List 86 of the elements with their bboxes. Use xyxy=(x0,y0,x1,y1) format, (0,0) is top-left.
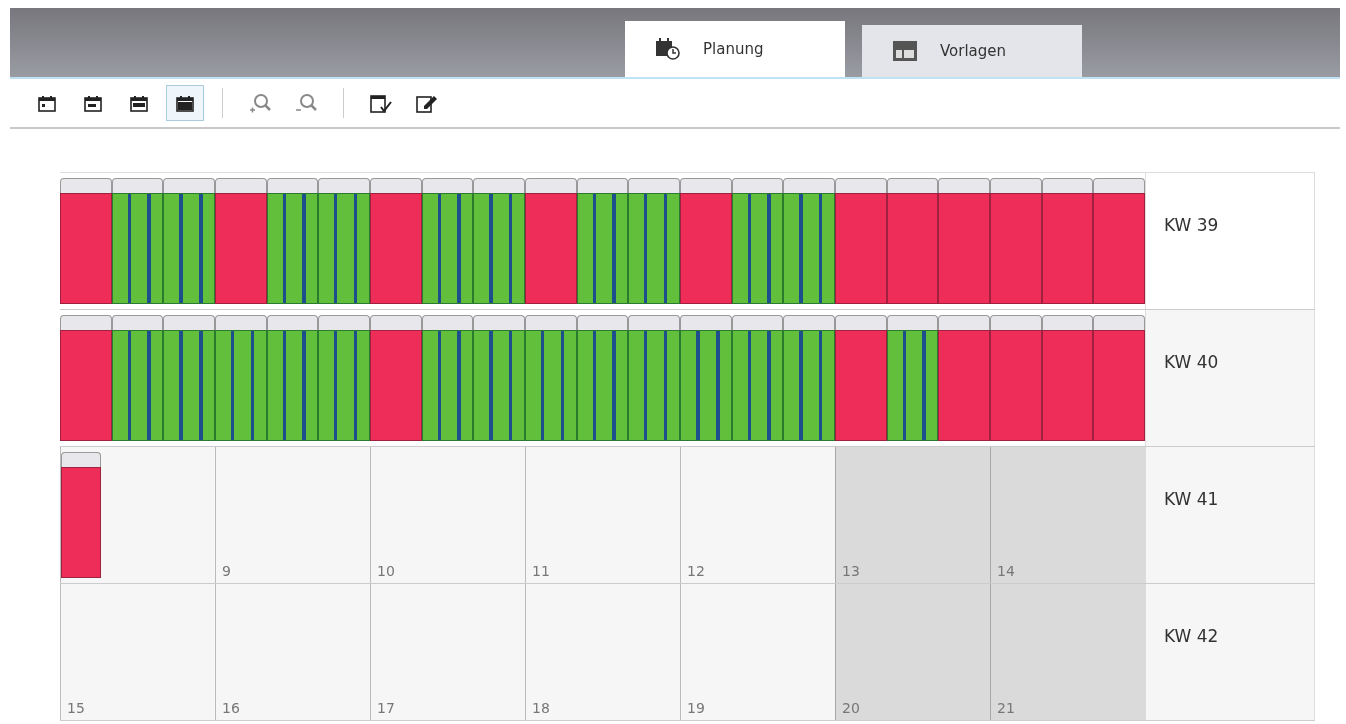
calendar-icon xyxy=(175,94,195,112)
event-block[interactable] xyxy=(1041,315,1094,441)
week-label: KW 42 xyxy=(1164,626,1219,646)
event-block[interactable] xyxy=(60,315,112,441)
zoom-in-icon xyxy=(248,92,272,114)
event-block[interactable] xyxy=(628,315,681,441)
calendar-view-button[interactable] xyxy=(166,85,204,121)
calendar-check-icon xyxy=(369,92,393,114)
event-block[interactable] xyxy=(938,315,991,441)
week-label: KW 40 xyxy=(1164,352,1219,372)
event-block[interactable] xyxy=(1093,315,1146,441)
event-block[interactable] xyxy=(318,315,371,441)
calendar-clock-icon xyxy=(655,37,681,61)
event-block[interactable] xyxy=(783,315,836,441)
day-cell[interactable]: 14 xyxy=(990,447,1145,583)
day-number: 16 xyxy=(221,700,241,718)
event-block[interactable] xyxy=(525,178,577,304)
week-label: KW 39 xyxy=(1164,215,1219,235)
event-block[interactable] xyxy=(990,315,1042,441)
event-block[interactable] xyxy=(421,315,474,441)
event-block[interactable] xyxy=(370,178,422,304)
event-block[interactable] xyxy=(938,178,991,304)
day-cell[interactable]: 10 xyxy=(370,447,525,583)
event-block[interactable] xyxy=(318,178,371,304)
day-number: 19 xyxy=(686,700,706,718)
day-cell[interactable]: 18 xyxy=(525,584,680,720)
event-block[interactable] xyxy=(680,315,732,441)
day-cell[interactable]: 19 xyxy=(680,584,835,720)
day-cell[interactable]: 21 xyxy=(990,584,1145,720)
event-block[interactable] xyxy=(835,315,887,441)
event-block[interactable] xyxy=(111,178,164,304)
day-number: 12 xyxy=(686,563,706,581)
event-block[interactable] xyxy=(61,452,101,578)
event-block[interactable] xyxy=(370,315,422,441)
day-cell[interactable]: 16 xyxy=(215,584,370,720)
day-cell[interactable]: 12 xyxy=(680,447,835,583)
zoom-out-icon xyxy=(294,92,318,114)
event-block[interactable] xyxy=(680,178,732,304)
day-number: 10 xyxy=(376,563,396,581)
event-block[interactable] xyxy=(163,178,215,304)
calendar-icon xyxy=(37,94,57,112)
event-block[interactable] xyxy=(473,178,526,304)
day-number: 14 xyxy=(996,563,1016,581)
calendar-icon xyxy=(129,94,149,112)
day-cell[interactable]: 11 xyxy=(525,447,680,583)
event-block[interactable] xyxy=(421,178,474,304)
event-block[interactable] xyxy=(1093,178,1146,304)
template-icon xyxy=(892,40,918,62)
event-block[interactable] xyxy=(473,315,526,441)
event-block[interactable] xyxy=(215,178,267,304)
event-block[interactable] xyxy=(60,178,112,304)
day-cell[interactable]: 15 xyxy=(60,584,215,720)
event-block[interactable] xyxy=(886,178,939,304)
event-block[interactable] xyxy=(886,315,939,441)
event-block[interactable] xyxy=(783,178,836,304)
event-block[interactable] xyxy=(163,315,215,441)
week-label: KW 41 xyxy=(1164,489,1219,509)
day-cell[interactable]: 17 xyxy=(370,584,525,720)
event-block[interactable] xyxy=(628,178,681,304)
day-number: 13 xyxy=(841,563,861,581)
event-block[interactable] xyxy=(266,315,319,441)
event-block[interactable] xyxy=(731,315,784,441)
day-cell[interactable]: 9 xyxy=(215,447,370,583)
event-block[interactable] xyxy=(266,178,319,304)
day-cell[interactable]: 13 xyxy=(835,447,990,583)
event-block[interactable] xyxy=(215,315,267,441)
day-number: 20 xyxy=(841,700,861,718)
event-block[interactable] xyxy=(990,178,1042,304)
day-number: 9 xyxy=(221,563,232,581)
day-number: 18 xyxy=(531,700,551,718)
event-block[interactable] xyxy=(576,315,629,441)
event-block[interactable] xyxy=(576,178,629,304)
tab[interactable]: Planung xyxy=(625,21,845,77)
event-block[interactable] xyxy=(835,178,887,304)
day-number: 17 xyxy=(376,700,396,718)
event-block[interactable] xyxy=(525,315,577,441)
day-cell[interactable]: 20 xyxy=(835,584,990,720)
day-number: 21 xyxy=(996,700,1016,718)
event-block[interactable] xyxy=(731,178,784,304)
event-block[interactable] xyxy=(1041,178,1094,304)
day-number: 15 xyxy=(66,700,86,718)
tab[interactable]: Vorlagen xyxy=(862,25,1082,77)
day-cell[interactable] xyxy=(60,447,215,583)
day-number: 11 xyxy=(531,563,551,581)
calendar-icon xyxy=(83,94,103,112)
event-block[interactable] xyxy=(111,315,164,441)
